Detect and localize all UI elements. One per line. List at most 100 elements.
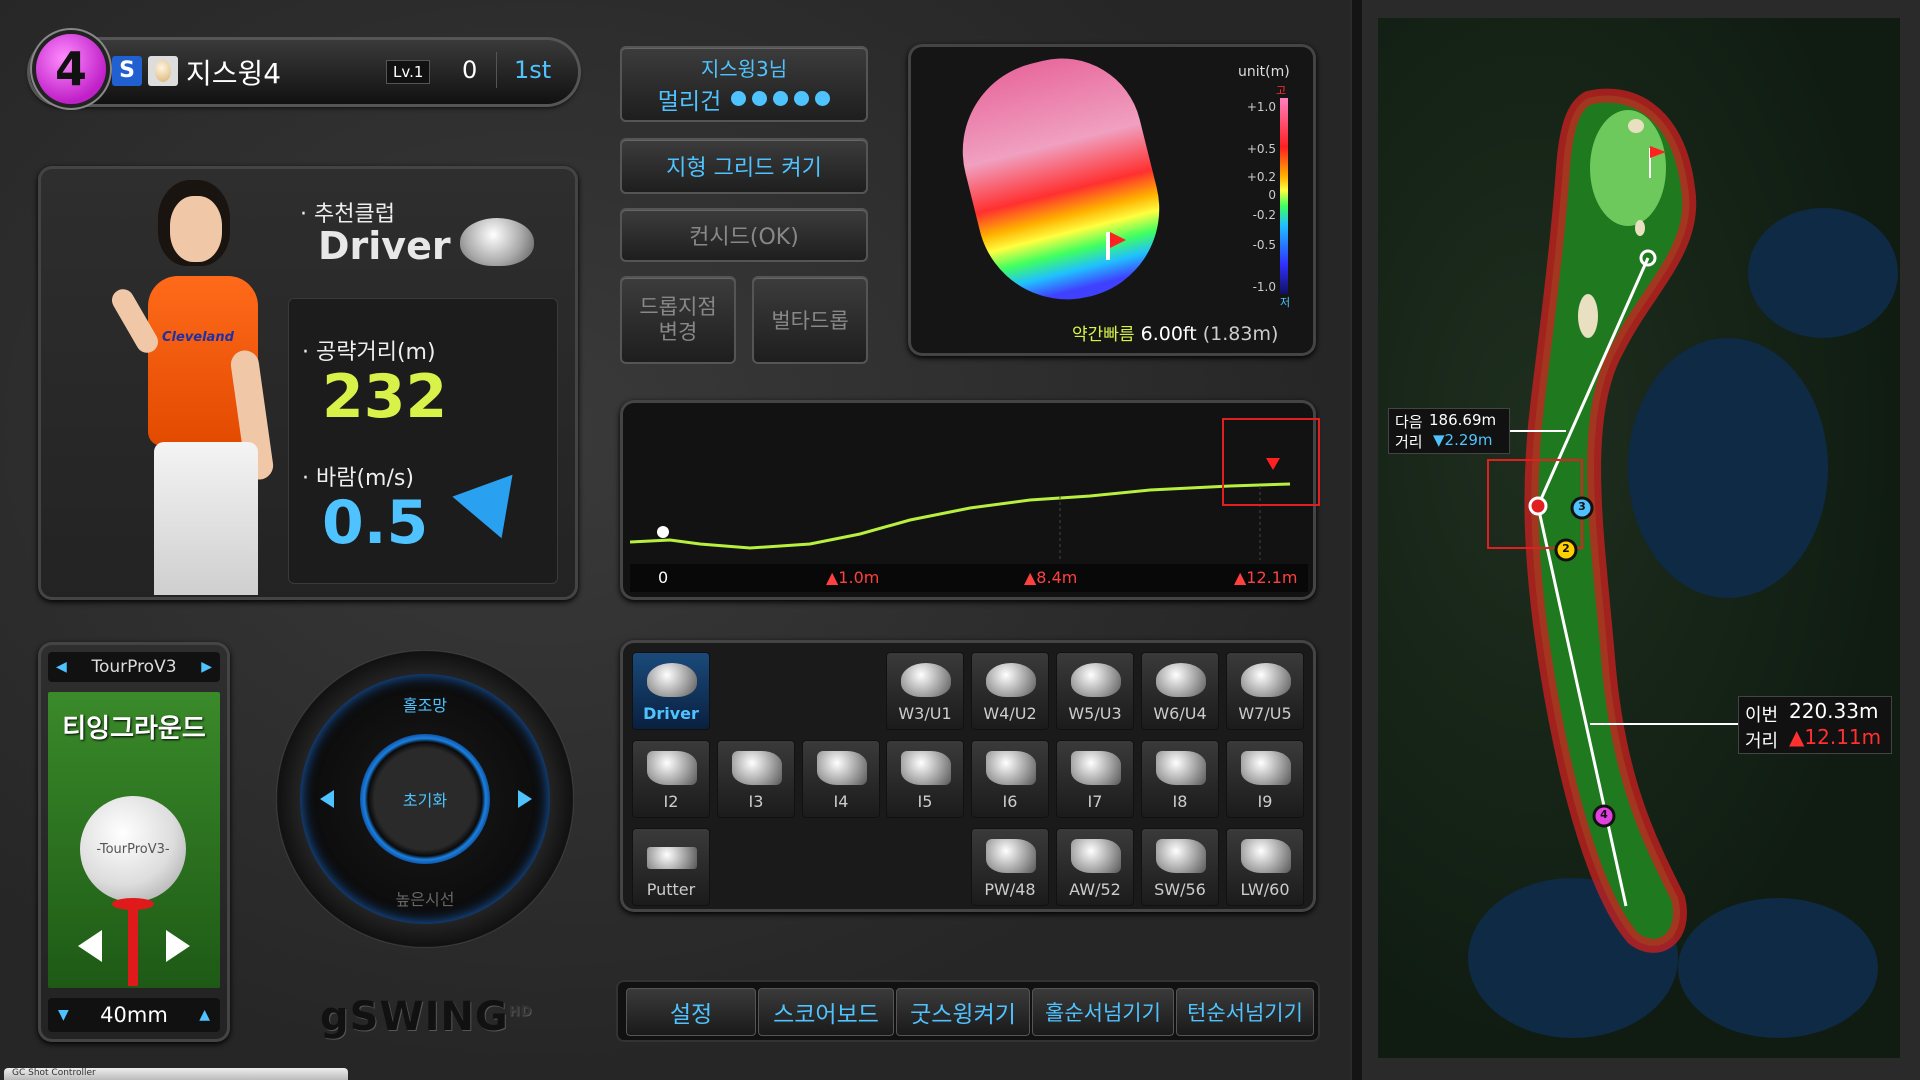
club-iron[interactable]: I7 <box>1056 740 1134 818</box>
goodswing-button[interactable]: 굿스윙켜기 <box>896 988 1030 1036</box>
club-iron[interactable]: I9 <box>1226 740 1304 818</box>
caddie-character: Cleveland <box>50 180 290 595</box>
marker-3-label: 3 <box>1578 500 1586 513</box>
player-level: Lv.1 <box>386 60 431 84</box>
tick-1: ▲1.0m <box>826 568 880 587</box>
tick-0: 0 <box>658 568 669 587</box>
player-number-badge: 4 <box>36 34 106 104</box>
club-iron[interactable]: I5 <box>886 740 964 818</box>
player-avatar-icon <box>148 56 178 86</box>
tee-icon-head <box>112 898 154 910</box>
next-distance-box: 다음 거리 186.69m ▼2.29m <box>1388 408 1510 454</box>
club-driver[interactable]: Driver <box>632 652 710 730</box>
concede-button[interactable]: 컨시드(OK) <box>620 208 868 262</box>
caddie-face <box>170 196 222 262</box>
wedge-icon <box>986 839 1036 873</box>
dpad-center-button[interactable]: 초기화 <box>360 734 490 864</box>
this-elevation: ▲12.11m <box>1789 725 1882 749</box>
club-label: AW/52 <box>1069 880 1121 899</box>
taskbar-window[interactable]: GC Shot Controller <box>4 1068 348 1080</box>
tick-3: ▲12.1m <box>1234 568 1298 587</box>
player-rank: 1st <box>514 56 552 84</box>
player-score: 0 <box>462 56 478 84</box>
club-label: I9 <box>1257 792 1273 811</box>
scale-low-label: 저 <box>1280 296 1291 309</box>
mulligan-player: 지스윙3님 <box>700 56 788 81</box>
prev-ball-icon[interactable]: ◀ <box>56 659 67 675</box>
distance-value: 232 <box>322 362 448 432</box>
logo-text: gSWING <box>320 994 509 1040</box>
skip-hole-order-button[interactable]: 홀순서넘기기 <box>1032 988 1174 1036</box>
club-iron[interactable]: I6 <box>971 740 1049 818</box>
next-elevation: ▼2.29m <box>1433 431 1493 449</box>
marker-4-label: 4 <box>1600 808 1608 821</box>
tee-up-icon[interactable]: ▲ <box>199 1007 210 1023</box>
ball-print: -TourProV3- <box>96 842 170 857</box>
club-wood[interactable]: W3/U1 <box>886 652 964 730</box>
club-wood[interactable]: W5/U3 <box>1056 652 1134 730</box>
driver-icon <box>647 663 697 697</box>
club-wedge[interactable]: SW/56 <box>1141 828 1219 906</box>
penalty-drop-button[interactable]: 벌타드롭 <box>752 276 868 364</box>
iron-icon <box>647 751 697 785</box>
club-label: SW/56 <box>1154 880 1206 899</box>
iron-icon <box>732 751 782 785</box>
bunker <box>1578 294 1598 338</box>
mulligan-button[interactable]: 지스윙3님 멀리건 <box>620 46 868 122</box>
club-wood[interactable]: W4/U2 <box>971 652 1049 730</box>
next-ball-icon[interactable]: ▶ <box>201 659 212 675</box>
next-label2: 거리 <box>1395 433 1423 451</box>
tee-icon <box>128 902 138 986</box>
tee-height: 40mm <box>100 1003 168 1027</box>
club-label: I6 <box>1002 792 1018 811</box>
drop-change-button[interactable]: 드롭지점 변경 <box>620 276 736 364</box>
cleveland-logo: Cleveland <box>162 330 234 345</box>
dpad-right-arrow-icon[interactable] <box>518 790 532 808</box>
terrain-grid-button[interactable]: 지형 그리드 켜기 <box>620 138 868 194</box>
club-iron[interactable]: I2 <box>632 740 710 818</box>
gswing-logo: gSWINGHD <box>320 994 532 1040</box>
club-iron[interactable]: I4 <box>802 740 880 818</box>
bunker <box>1628 119 1644 133</box>
pin-flag-cloth <box>1110 232 1126 248</box>
green-speed-value: 6.00ft <box>1140 323 1197 345</box>
club-label: I7 <box>1087 792 1103 811</box>
tee-right-arrow-icon[interactable] <box>166 930 190 962</box>
marker-2-label: 2 <box>1562 542 1570 555</box>
club-label: Putter <box>646 880 696 899</box>
dpad-up-button[interactable]: 홀조망 <box>375 692 475 716</box>
logo-sup: HD <box>508 1004 533 1020</box>
club-label: I3 <box>748 792 764 811</box>
next-label1: 다음 <box>1395 413 1423 431</box>
dpad-left-arrow-icon[interactable] <box>320 790 334 808</box>
tee-down-icon[interactable]: ▼ <box>58 1007 69 1023</box>
club-wedge[interactable]: LW/60 <box>1226 828 1304 906</box>
club-wedge[interactable]: AW/52 <box>1056 828 1134 906</box>
club-wood[interactable]: W6/U4 <box>1141 652 1219 730</box>
dpad-down-button[interactable]: 높은시선 <box>375 886 475 910</box>
club-wedge[interactable]: PW/48 <box>971 828 1049 906</box>
this-label2: 거리 <box>1745 731 1779 752</box>
wood-icon <box>986 663 1036 697</box>
scoreboard-button[interactable]: 스코어보드 <box>758 988 894 1036</box>
club-wood[interactable]: W7/U5 <box>1226 652 1304 730</box>
scale-high-label: 고 <box>1276 84 1287 97</box>
green-speed-meters: (1.83m) <box>1202 323 1279 345</box>
mulligan-dots <box>731 91 831 106</box>
iron-icon <box>986 751 1036 785</box>
settings-button[interactable]: 설정 <box>626 988 756 1036</box>
ball-name: TourProV3 <box>91 657 177 677</box>
club-iron[interactable]: I8 <box>1141 740 1219 818</box>
iron-icon <box>817 751 867 785</box>
club-label: W4/U2 <box>983 704 1037 723</box>
club-label: PW/48 <box>984 880 1036 899</box>
this-distance: 220.33m <box>1789 699 1879 723</box>
club-putter[interactable]: Putter <box>632 828 710 906</box>
skip-turn-order-button[interactable]: 턴순서넘기기 <box>1176 988 1314 1036</box>
tee-left-arrow-icon[interactable] <box>78 930 102 962</box>
club-iron[interactable]: I3 <box>717 740 795 818</box>
green-area <box>1590 110 1666 226</box>
target-highlight-box <box>1222 418 1320 506</box>
club-label: I4 <box>833 792 849 811</box>
mulligan-label: 멀리건 <box>657 88 722 115</box>
